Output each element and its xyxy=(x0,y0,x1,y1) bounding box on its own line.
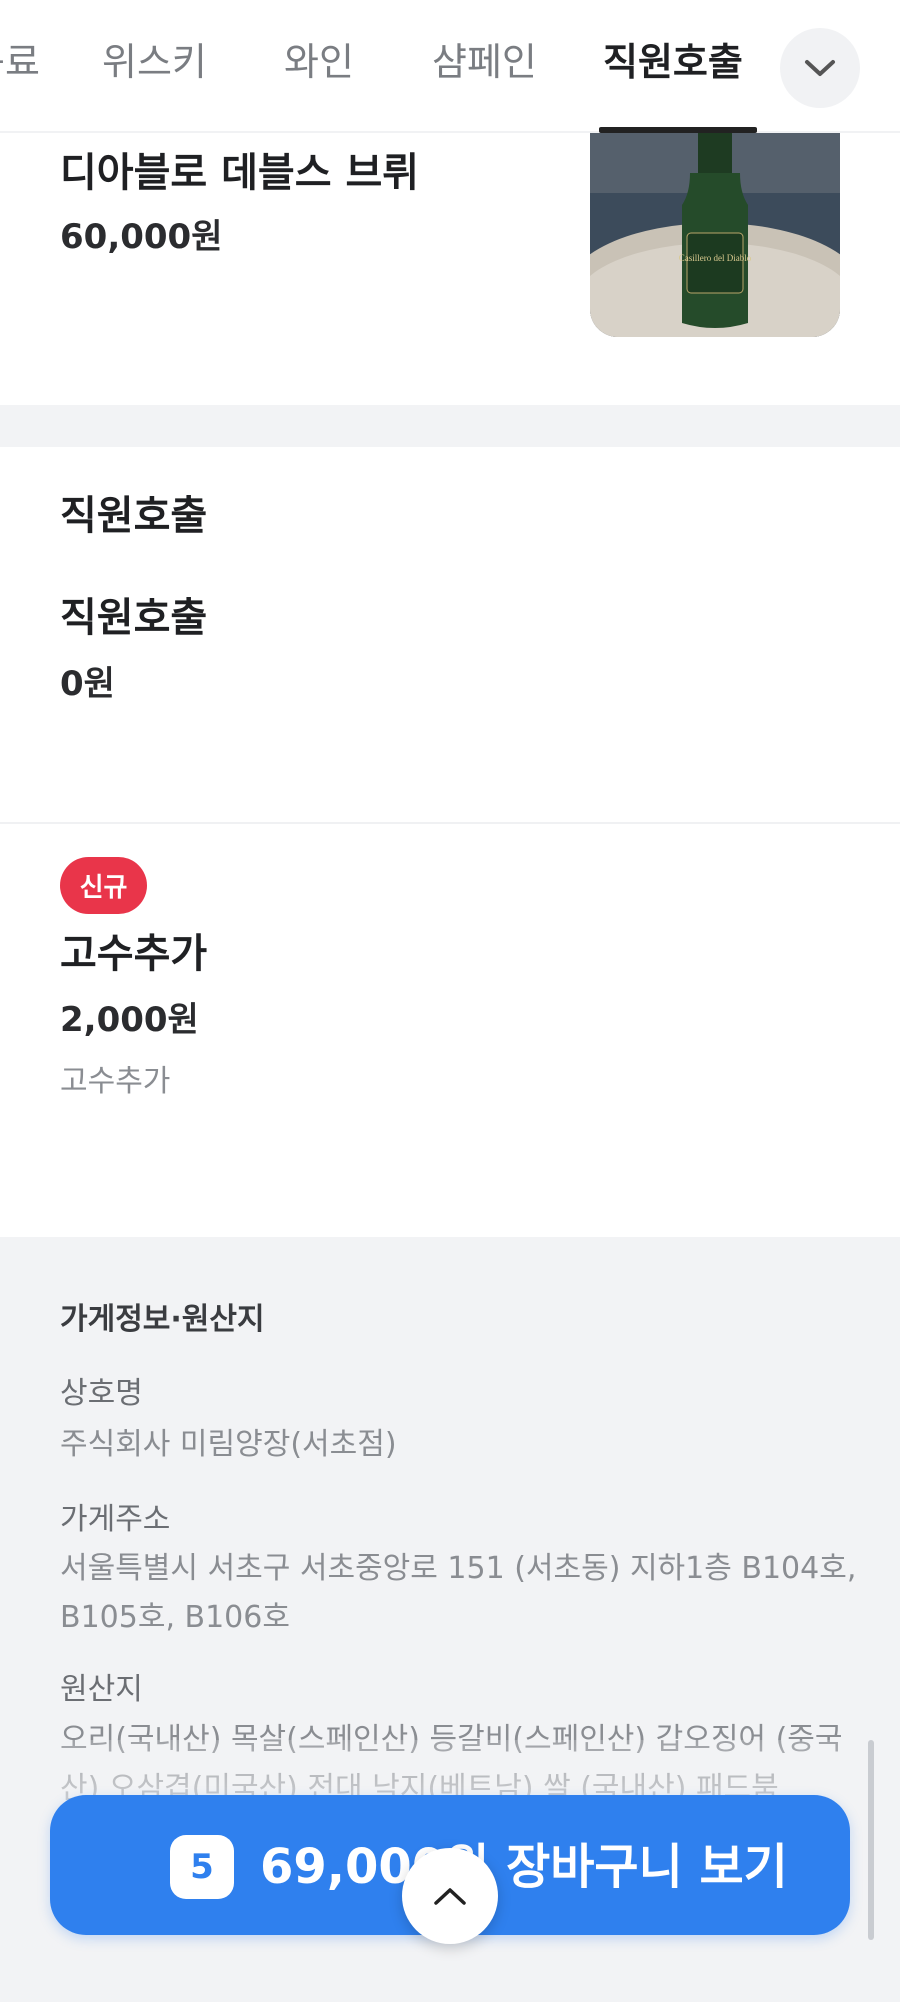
scrollbar[interactable] xyxy=(868,1740,874,1940)
menu-item-name: 직원호출 xyxy=(60,595,208,641)
tab-drinks[interactable]: 음료 xyxy=(0,38,40,86)
menu-item-name: 디아블로 데블스 브뤼 xyxy=(60,150,420,196)
section-title: 직원호출 xyxy=(60,493,208,539)
store-address-label: 가게주소 xyxy=(60,1502,171,1537)
origin-label: 원산지 xyxy=(60,1672,143,1707)
wine-label-text: Casillero del Diablo xyxy=(679,253,752,263)
menu-item-price: 60,000원 xyxy=(60,217,223,257)
tab-staff-call[interactable]: 직원호출 xyxy=(603,38,743,86)
menu-item-price: 0원 xyxy=(60,664,115,704)
wine-bottle-image: Casillero del Diablo xyxy=(590,133,840,337)
chevron-up-icon xyxy=(434,1888,466,1905)
chevron-down-icon xyxy=(805,60,835,76)
tab-more-button[interactable] xyxy=(780,28,860,108)
menu-item-description: 고수추가 xyxy=(60,1064,171,1099)
category-tab-bar: 음료 위스키 와인 샴페인 직원호출 xyxy=(0,0,900,133)
section-gap xyxy=(0,405,900,447)
new-badge: 신규 xyxy=(60,857,147,914)
store-info-heading: 가게정보·원산지 xyxy=(60,1302,265,1337)
tab-champagne[interactable]: 샴페인 xyxy=(432,38,537,86)
store-name-label: 상호명 xyxy=(60,1376,143,1411)
active-tab-indicator xyxy=(599,127,757,133)
cart-count-badge: 5 xyxy=(170,1835,234,1899)
store-name-value: 주식회사 미림양장(서초점) xyxy=(60,1427,397,1462)
tab-whisky[interactable]: 위스키 xyxy=(102,38,207,86)
cart-button-label: 69,000원 장바구니 보기 xyxy=(260,1839,788,1895)
menu-item-price: 2,000원 xyxy=(60,1000,199,1040)
scroll-to-top-button[interactable] xyxy=(402,1848,498,1944)
tab-wine[interactable]: 와인 xyxy=(284,38,354,86)
wine-photo: Casillero del Diablo xyxy=(590,133,840,337)
menu-item-name: 고수추가 xyxy=(60,931,208,977)
divider xyxy=(0,822,900,824)
store-address-value: 서울특별시 서초구 서초중앙로 151 (서초동) 지하1층 B104호, B1… xyxy=(60,1551,857,1635)
menu-item-wine[interactable]: 디아블로 데블스 브뤼 60,000원 Casillero del Diablo xyxy=(0,133,900,405)
